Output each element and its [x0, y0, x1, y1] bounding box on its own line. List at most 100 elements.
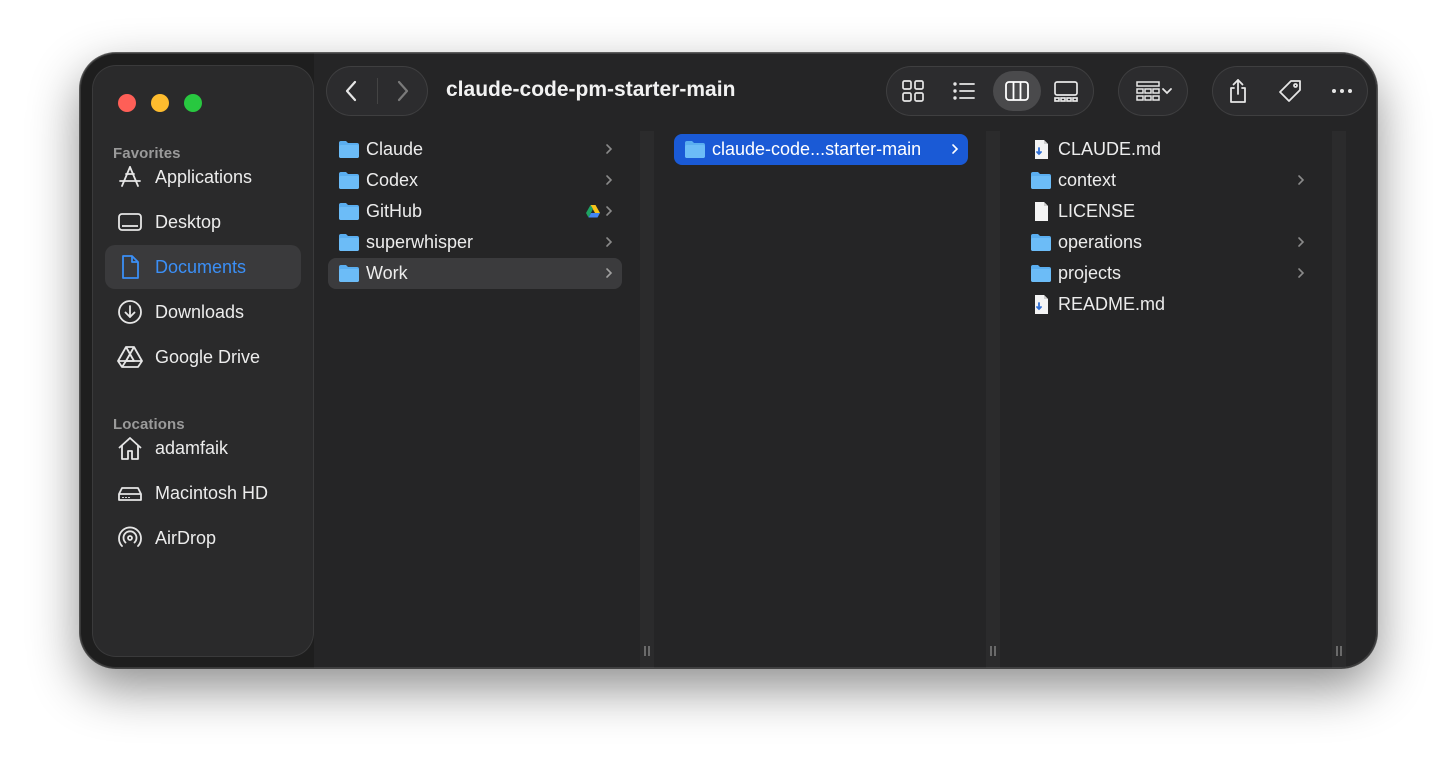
- desktop-icon: [118, 213, 142, 231]
- item-name: README.md: [1058, 294, 1166, 314]
- folder-icon: [1031, 234, 1051, 251]
- group-control: [1118, 66, 1188, 116]
- forward-button[interactable]: [380, 71, 424, 111]
- sidebar-item-label: adamfaik: [155, 438, 229, 458]
- more-button[interactable]: [1320, 71, 1364, 111]
- sidebar-item-label: Google Drive: [155, 347, 261, 367]
- view-mode-control: [886, 66, 1094, 116]
- sidebar-item-downloads[interactable]: Downloads: [105, 290, 301, 334]
- chevron-right-icon: [1298, 175, 1305, 185]
- sidebar-item-desktop[interactable]: Desktop: [105, 200, 301, 244]
- home-icon: [118, 437, 142, 460]
- sidebar-item-label: Downloads: [155, 302, 245, 322]
- back-button[interactable]: [330, 71, 374, 111]
- column-resize-handle[interactable]: [640, 131, 654, 668]
- chevron-right-icon: [952, 144, 959, 154]
- grid-icon: [902, 80, 924, 102]
- sidebar-item-label: AirDrop: [155, 528, 217, 548]
- folder-icon: [339, 265, 359, 282]
- gallery-view-button[interactable]: [1044, 71, 1088, 111]
- list-item-selected[interactable]: Work: [328, 258, 622, 289]
- browser-area: claude-code-pm-starter-main Claude Codex…: [314, 53, 1377, 668]
- list-item[interactable]: context: [1020, 165, 1314, 196]
- sidebar-item-label: Macintosh HD: [155, 483, 269, 503]
- chevron-right-icon: [397, 80, 409, 102]
- list-item[interactable]: Claude: [328, 134, 622, 165]
- zoom-window-button[interactable]: [184, 94, 202, 112]
- list-item[interactable]: projects: [1020, 258, 1314, 289]
- item-name: GitHub: [366, 201, 423, 221]
- window-title: claude-code-pm-starter-main: [446, 78, 736, 101]
- sidebar-item-home[interactable]: adamfaik: [105, 426, 301, 470]
- column-resize-handle[interactable]: [1332, 131, 1346, 668]
- download-icon: [118, 300, 142, 324]
- item-name: superwhisper: [366, 232, 474, 252]
- chevron-right-icon: [1298, 237, 1305, 247]
- sidebar-item-airdrop[interactable]: AirDrop: [105, 516, 301, 560]
- sidebar-item-label: Desktop: [155, 212, 222, 232]
- group-grid-icon: [1136, 81, 1160, 101]
- google-drive-icon: [586, 205, 600, 218]
- folder-icon: [685, 141, 705, 158]
- sidebar: Favorites Applications Desktop Documents…: [92, 65, 314, 657]
- list-item[interactable]: Codex: [328, 165, 622, 196]
- item-name: LICENSE: [1058, 201, 1136, 221]
- tag-button[interactable]: [1268, 71, 1312, 111]
- list-item-selected[interactable]: claude-code...starter-main: [674, 134, 968, 165]
- share-button[interactable]: [1216, 71, 1260, 111]
- folder-icon: [339, 234, 359, 251]
- folder-icon: [339, 203, 359, 220]
- list-item[interactable]: operations: [1020, 227, 1314, 258]
- chevron-right-icon: [606, 175, 613, 185]
- chevron-left-icon: [345, 80, 357, 102]
- icon-view-button[interactable]: [891, 71, 935, 111]
- item-name: claude-code...starter-main: [712, 139, 922, 159]
- list-item[interactable]: CLAUDE.md: [1020, 134, 1314, 165]
- applications-icon: [119, 166, 141, 187]
- list-item[interactable]: LICENSE: [1020, 196, 1314, 227]
- airdrop-icon: [118, 526, 142, 547]
- gallery-icon: [1054, 81, 1078, 102]
- sidebar-item-applications[interactable]: Applications: [105, 155, 301, 199]
- chevron-down-icon: [1162, 88, 1172, 95]
- list-item[interactable]: superwhisper: [328, 227, 622, 258]
- minimize-window-button[interactable]: [151, 94, 169, 112]
- column-resize-handle[interactable]: [986, 131, 1000, 668]
- chevron-right-icon: [606, 206, 613, 216]
- tag-icon: [1279, 80, 1301, 102]
- file-icon: [1035, 202, 1048, 221]
- sidebar-item-documents[interactable]: Documents: [105, 245, 301, 289]
- action-buttons: [1212, 66, 1368, 116]
- list-icon: [953, 82, 975, 100]
- column-view-button[interactable]: [993, 71, 1041, 111]
- item-name: projects: [1058, 263, 1122, 283]
- folder-icon: [1031, 265, 1051, 282]
- ellipsis-icon: [1332, 89, 1352, 93]
- folder-icon: [339, 141, 359, 158]
- group-by-button[interactable]: [1128, 71, 1180, 111]
- folder-icon: [339, 172, 359, 189]
- hard-drive-icon: [118, 487, 142, 501]
- columns-icon: [1005, 81, 1029, 101]
- item-name: context: [1058, 170, 1117, 190]
- finder-window: Favorites Applications Desktop Documents…: [80, 53, 1377, 668]
- list-item[interactable]: GitHub: [328, 196, 622, 227]
- sidebar-item-label: Applications: [155, 167, 253, 187]
- list-view-button[interactable]: [942, 71, 986, 111]
- item-name: Work: [366, 263, 408, 283]
- close-window-button[interactable]: [118, 94, 136, 112]
- chevron-right-icon: [606, 144, 613, 154]
- sidebar-item-label: Documents: [155, 257, 247, 277]
- item-name: CLAUDE.md: [1058, 139, 1162, 159]
- chevron-right-icon: [606, 237, 613, 247]
- chevron-right-icon: [606, 268, 613, 278]
- document-icon: [122, 255, 139, 279]
- item-name: Codex: [366, 170, 419, 190]
- markdown-file-icon: [1035, 295, 1048, 314]
- list-item[interactable]: README.md: [1020, 289, 1314, 320]
- navigation-buttons: [326, 66, 428, 116]
- sidebar-item-macintosh-hd[interactable]: Macintosh HD: [105, 471, 301, 515]
- sidebar-item-google-drive[interactable]: Google Drive: [105, 335, 301, 379]
- item-name: Claude: [366, 139, 424, 159]
- google-drive-icon: [117, 346, 143, 368]
